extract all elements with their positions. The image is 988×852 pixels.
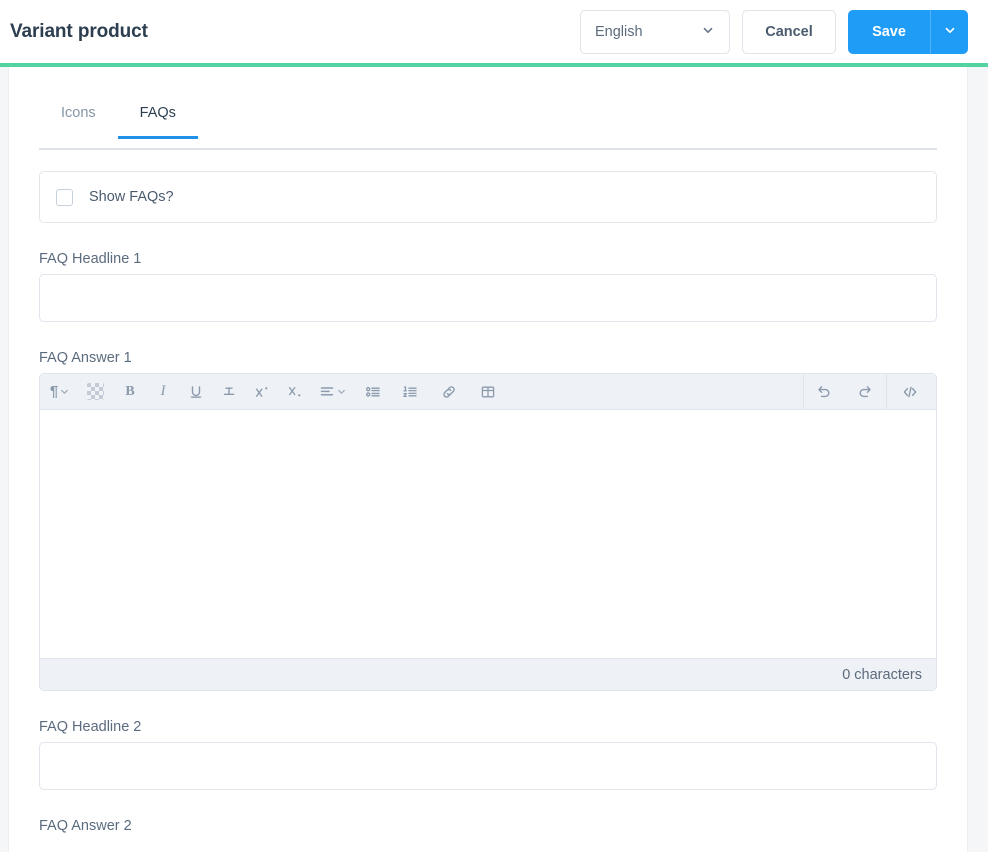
page-title: Variant product [10, 20, 148, 42]
insert-table-icon[interactable] [474, 377, 502, 407]
subscript-icon[interactable] [281, 377, 309, 407]
tab-faqs[interactable]: FAQs [117, 97, 199, 139]
language-select[interactable]: English [580, 9, 730, 54]
content-card: Icons FAQs Show FAQs? FAQ Headline 1 FAQ… [8, 67, 968, 852]
editor-toolbar-left: ¶ B I [40, 377, 803, 407]
editor-toolbar: ¶ B I [40, 374, 936, 410]
color-picker-icon[interactable] [81, 377, 109, 407]
chevron-down-icon [59, 386, 70, 397]
show-faqs-checkbox[interactable] [56, 188, 73, 206]
insert-link-icon[interactable] [435, 377, 463, 407]
code-view-icon[interactable] [896, 377, 924, 407]
bullet-list-icon[interactable] [359, 377, 387, 407]
language-select-value: English [595, 23, 643, 40]
undo-icon[interactable] [810, 377, 838, 407]
faq-answer-1-label: FAQ Answer 1 [39, 350, 132, 366]
faq-answer-1-char-count: 0 characters [40, 658, 936, 690]
faq-headline-1-label: FAQ Headline 1 [39, 251, 142, 267]
chevron-down-icon [336, 386, 347, 397]
chevron-down-icon [943, 23, 957, 40]
redo-icon[interactable] [851, 377, 879, 407]
align-icon[interactable] [316, 377, 350, 407]
faq-answer-2-label: FAQ Answer 2 [39, 818, 132, 834]
ordered-list-icon[interactable] [396, 377, 424, 407]
underline-icon[interactable] [182, 377, 210, 407]
chevron-down-icon [701, 23, 715, 41]
content-inner: Icons FAQs Show FAQs? FAQ Headline 1 FAQ… [9, 67, 967, 852]
bottom-spacer [39, 841, 937, 852]
faq-headline-1-input[interactable] [39, 274, 937, 322]
toolbar-divider [886, 374, 887, 410]
top-bar: Variant product English Cancel Save [0, 0, 988, 63]
tab-bar: Icons FAQs [39, 97, 937, 150]
editor-toolbar-right [804, 374, 936, 410]
top-bar-actions: English Cancel Save [580, 9, 968, 54]
tab-icons[interactable]: Icons [39, 97, 118, 137]
strikethrough-icon[interactable] [215, 377, 243, 407]
paragraph-format-icon[interactable]: ¶ [46, 377, 74, 407]
faq-headline-2-label: FAQ Headline 2 [39, 719, 142, 735]
cancel-button[interactable]: Cancel [742, 9, 836, 54]
show-faqs-row[interactable]: Show FAQs? [39, 171, 937, 223]
page-body: Icons FAQs Show FAQs? FAQ Headline 1 FAQ… [0, 67, 988, 852]
italic-icon[interactable]: I [149, 377, 177, 407]
bold-icon[interactable]: B [116, 377, 144, 407]
save-options-button[interactable] [930, 9, 968, 54]
superscript-icon[interactable] [248, 377, 276, 407]
save-button-group: Save [848, 9, 968, 54]
save-button[interactable]: Save [848, 9, 930, 54]
show-faqs-label: Show FAQs? [89, 189, 174, 205]
faq-answer-1-editor: ¶ B I 0 characters [39, 373, 937, 691]
faq-answer-1-textarea[interactable] [40, 410, 936, 658]
faq-headline-2-input[interactable] [39, 742, 937, 790]
